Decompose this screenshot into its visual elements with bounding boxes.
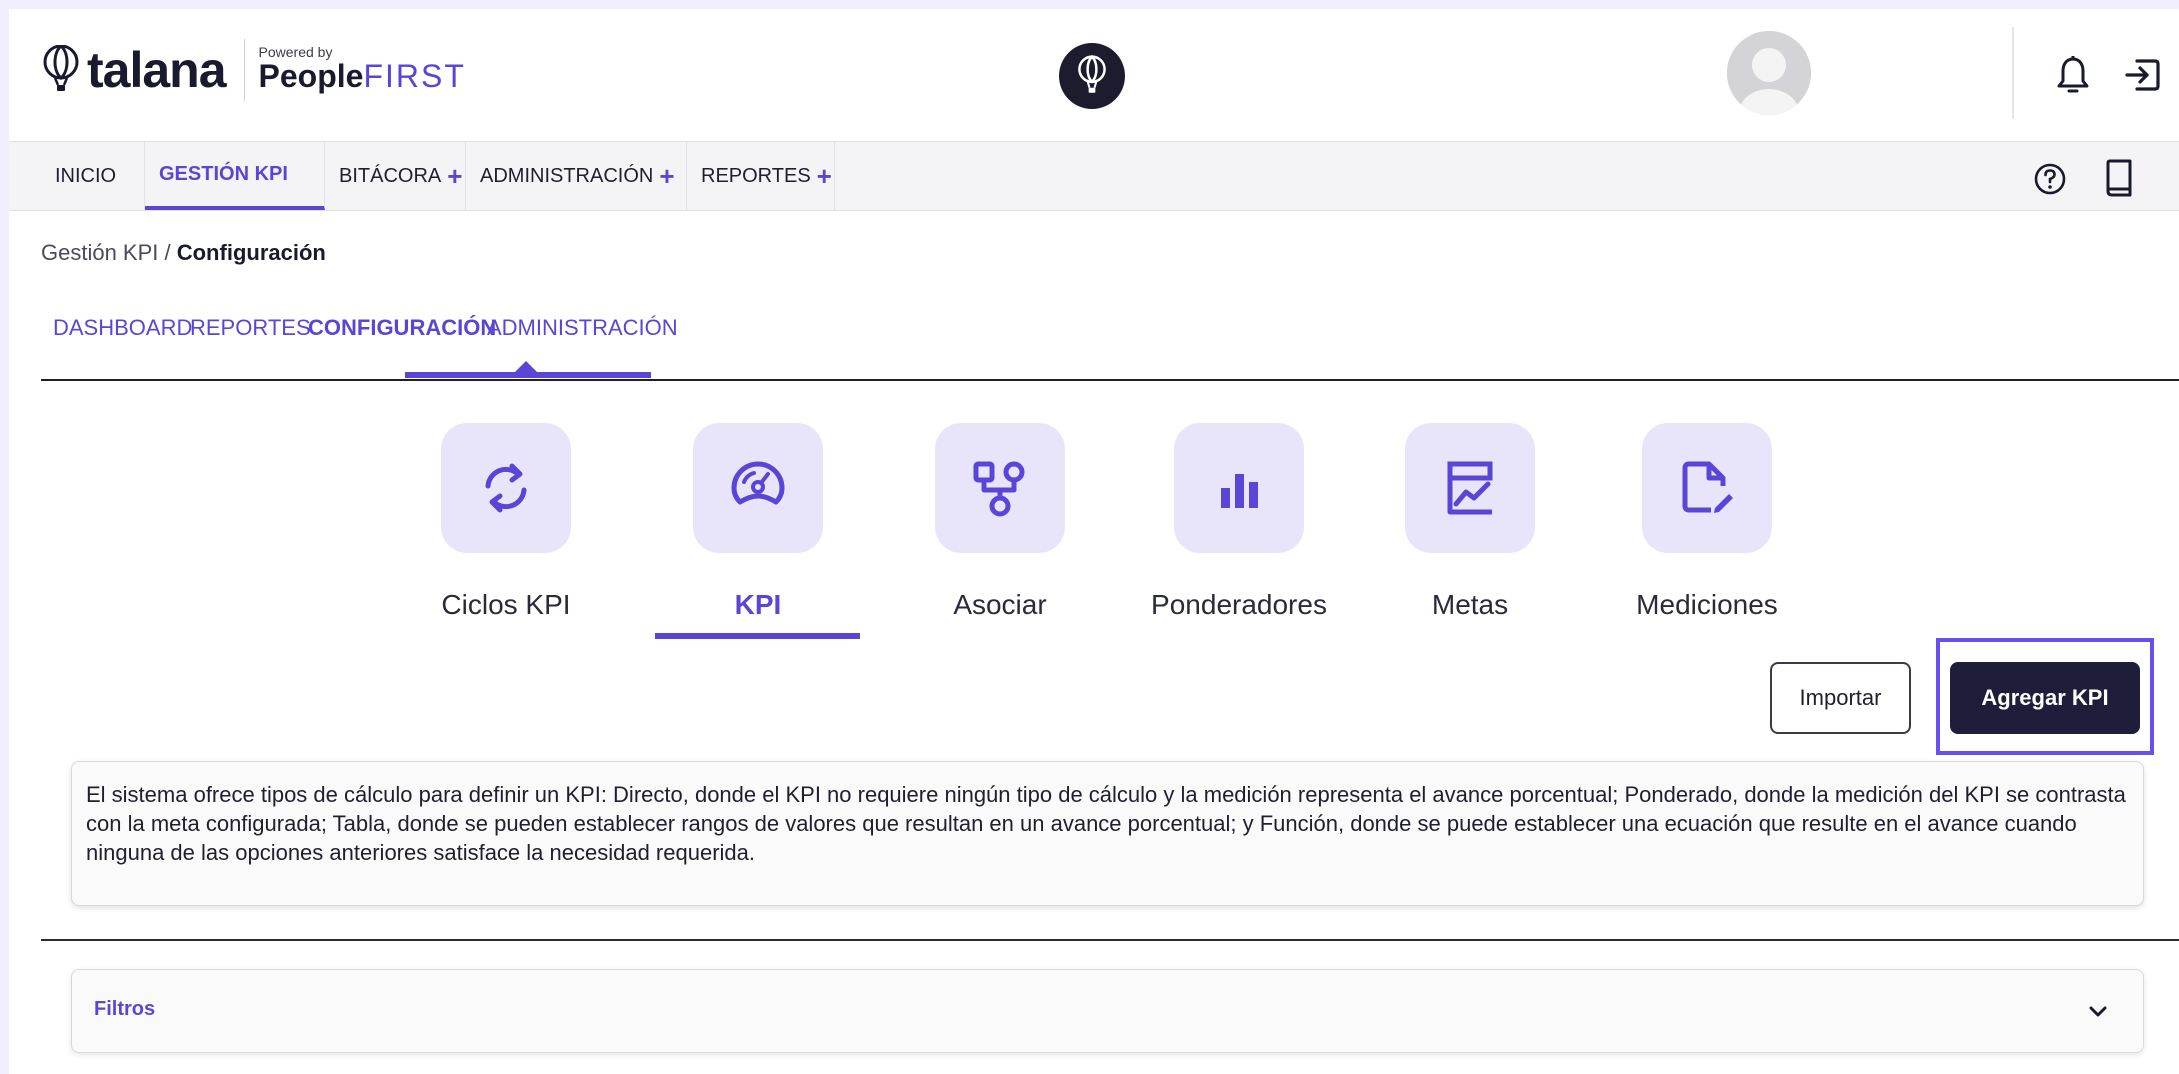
- module-label: Asociar: [953, 589, 1047, 620]
- logout-icon[interactable]: [2123, 55, 2163, 95]
- app-header: talana Powered by PeopleFIRST: [9, 9, 2179, 141]
- nav-item-administracion[interactable]: ADMINISTRACIÓN +: [466, 142, 687, 210]
- main-nav: INICIO GESTIÓN KPI BITÁCORA + ADMINISTRA…: [9, 141, 2179, 211]
- module-label: KPI: [734, 589, 782, 620]
- section-divider: [41, 939, 2179, 941]
- bell-icon[interactable]: [2055, 55, 2091, 95]
- avatar[interactable]: [1727, 31, 1811, 115]
- module-tile: [1405, 423, 1535, 553]
- module-label: Mediciones: [1636, 589, 1778, 620]
- brand-name: PeopleFIRST: [259, 59, 466, 94]
- powered-by-label: Powered by: [258, 44, 333, 61]
- logo-wordmark: talana: [87, 42, 227, 98]
- brand-people: People: [258, 58, 364, 95]
- module-ponderadores[interactable]: Ponderadores: [1121, 423, 1357, 621]
- active-tab-indicator: [405, 372, 651, 378]
- module-label: Ciclos KPI: [441, 589, 571, 620]
- module-mediciones[interactable]: Mediciones: [1595, 423, 1819, 621]
- info-panel: El sistema ofrece tipos de cálculo para …: [71, 761, 2144, 906]
- trend-icon: [1447, 461, 1493, 515]
- nav-item-bitacora[interactable]: BITÁCORA +: [325, 142, 466, 210]
- module-tile: [693, 423, 823, 553]
- breadcrumb-separator: /: [158, 240, 177, 265]
- module-tile: [1642, 423, 1772, 553]
- nav-item-inicio[interactable]: INICIO: [41, 142, 145, 210]
- nav-item-label: ADMINISTRACIÓN: [480, 164, 654, 187]
- module-tile: [441, 423, 571, 553]
- module-ciclos-kpi[interactable]: Ciclos KPI: [401, 423, 611, 621]
- module-label: Ponderadores: [1151, 589, 1327, 620]
- subtabs: DASHBOARD REPORTES CONFIGURACIÓN ADMINIS…: [41, 279, 2179, 381]
- nav-item-label: REPORTES: [701, 164, 811, 187]
- page: talana Powered by PeopleFIRST INICIO GES…: [9, 9, 2179, 1074]
- module-tile: [1174, 423, 1304, 553]
- tab-configuracion[interactable]: CONFIGURACIÓN: [308, 279, 496, 377]
- gauge-icon: [731, 461, 785, 505]
- module-asociar[interactable]: Asociar: [895, 423, 1105, 621]
- add-kpi-button[interactable]: Agregar KPI: [1950, 662, 2140, 734]
- nav-item-reportes[interactable]: REPORTES +: [687, 142, 835, 210]
- brand-first: FIRST: [363, 58, 466, 95]
- file-edit-icon: [1682, 461, 1733, 513]
- module-tile: [935, 423, 1065, 553]
- filters-label: Filtros: [94, 998, 156, 1020]
- module-label: Metas: [1431, 589, 1509, 620]
- book-icon[interactable]: [2104, 159, 2134, 197]
- breadcrumb-current: Configuración: [176, 240, 326, 265]
- nav-item-label: GESTIÓN KPI: [159, 162, 288, 185]
- powered-by-block: Powered by PeopleFIRST: [259, 45, 466, 94]
- balloon-icon: [1078, 55, 1106, 93]
- bar-chart-icon: [1221, 474, 1258, 508]
- logo-separator: [243, 39, 245, 101]
- filters-accordion[interactable]: Filtros: [71, 969, 2144, 1053]
- talana-logo[interactable]: talana Powered by PeopleFIRST: [41, 39, 466, 101]
- module-metas[interactable]: Metas: [1365, 423, 1575, 621]
- balloon-logo-icon[interactable]: [1059, 43, 1125, 109]
- plus-icon: +: [447, 160, 463, 191]
- info-text: El sistema ofrece tipos de cálculo para …: [86, 782, 2126, 865]
- header-divider: [2012, 27, 2014, 119]
- plus-icon: +: [659, 160, 675, 191]
- breadcrumb: Gestión KPI / Configuración: [41, 240, 326, 266]
- user-avatar-icon: [1727, 31, 1811, 115]
- nav-item-label: INICIO: [55, 164, 117, 187]
- plus-icon: +: [816, 160, 832, 191]
- balloon-icon: [43, 45, 79, 91]
- active-module-indicator: [655, 633, 860, 639]
- chevron-down-icon[interactable]: [2084, 998, 2112, 1026]
- tab-dashboard[interactable]: DASHBOARD: [53, 279, 192, 377]
- help-icon[interactable]: [2033, 162, 2067, 196]
- import-button[interactable]: Importar: [1770, 662, 1911, 734]
- module-kpi[interactable]: KPI: [653, 423, 863, 621]
- tab-reportes[interactable]: REPORTES: [190, 279, 311, 377]
- nav-item-gestion-kpi[interactable]: GESTIÓN KPI: [145, 142, 325, 210]
- hierarchy-icon: [973, 461, 1025, 517]
- cycle-icon: [485, 463, 527, 513]
- nav-item-label: BITÁCORA: [339, 164, 442, 187]
- breadcrumb-parent[interactable]: Gestión KPI: [41, 240, 158, 265]
